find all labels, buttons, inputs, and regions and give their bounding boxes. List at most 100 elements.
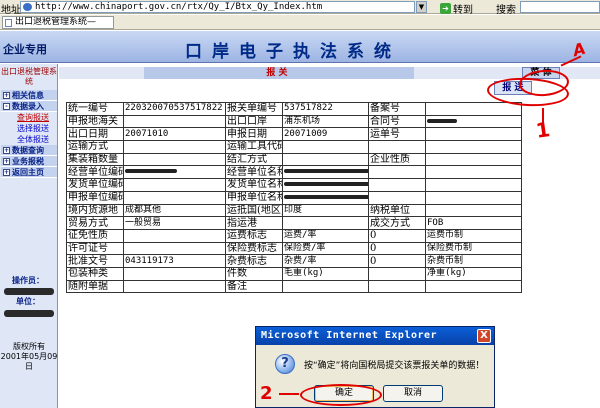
field-label bbox=[368, 178, 426, 192]
field-value[interactable] bbox=[425, 127, 522, 142]
annotation-ring-ok bbox=[300, 384, 382, 406]
field-value[interactable]: 220320070537517822 bbox=[123, 102, 226, 116]
tab-main[interactable]: 出口退税管理系统— bbox=[2, 16, 114, 29]
address-label: 地址 bbox=[1, 5, 21, 16]
field-value[interactable] bbox=[425, 190, 522, 205]
form-row: 出口日期 20071010 申报日期 20071009 运单号 bbox=[66, 127, 522, 142]
form-row: 许可证号 保险费标志 保险费/率 0 保险费币制 bbox=[66, 241, 522, 256]
field-label: 保险费标志 bbox=[225, 241, 283, 256]
form-row: 经营单位编码 经营单位名称 bbox=[66, 165, 522, 180]
field-value[interactable]: 一般贸易 bbox=[123, 216, 226, 230]
field-label: 贸易方式 bbox=[66, 216, 124, 230]
field-label: 批准文号 bbox=[66, 254, 124, 268]
redacted-value bbox=[427, 118, 457, 123]
field-value[interactable] bbox=[123, 279, 226, 294]
field-value[interactable] bbox=[282, 190, 369, 205]
field-label: 成交方式 bbox=[368, 216, 426, 230]
sidebar-item-label: 相关信息 bbox=[12, 91, 44, 100]
form-row: 发货单位编码 发货单位名称 bbox=[66, 178, 522, 192]
field-label: 纳税单位 bbox=[368, 203, 426, 218]
annotation-number-2: 2 bbox=[260, 383, 273, 404]
go-button[interactable]: ➔ 转到 bbox=[440, 1, 473, 16]
expand-icon: + bbox=[3, 169, 10, 176]
field-value[interactable] bbox=[282, 178, 369, 192]
field-value[interactable]: 成都其他 bbox=[123, 203, 226, 218]
sidebar-item-data-query[interactable]: + 数据查询 bbox=[1, 145, 57, 156]
sidebar-item-related-info[interactable]: + 相关信息 bbox=[1, 90, 57, 101]
field-label: 发货单位名称 bbox=[225, 178, 283, 192]
section-title: 报 关 bbox=[266, 68, 288, 78]
tab-title: 出口退税管理系统— bbox=[15, 17, 97, 27]
field-value[interactable] bbox=[282, 165, 369, 180]
field-label: 经营单位名称 bbox=[225, 165, 283, 180]
field-value[interactable] bbox=[123, 228, 226, 243]
field-label: 申报单位编码 bbox=[66, 190, 124, 205]
copyright-line: 版权所有 bbox=[13, 342, 45, 351]
field-value[interactable]: 保险费币制 bbox=[425, 241, 522, 256]
field-label: 申报地海关 bbox=[66, 114, 124, 129]
unit-value-redacted bbox=[4, 310, 54, 317]
field-value[interactable] bbox=[123, 114, 226, 129]
close-icon[interactable]: X bbox=[477, 329, 491, 343]
field-value[interactable]: 运费/率 bbox=[282, 228, 369, 243]
field-value[interactable] bbox=[123, 165, 226, 180]
field-value[interactable]: 杂费/率 bbox=[282, 254, 369, 268]
field-value[interactable]: 净重(kg) bbox=[425, 266, 522, 281]
field-value[interactable]: 537517822 bbox=[282, 102, 369, 116]
field-value[interactable] bbox=[425, 102, 522, 116]
field-value[interactable] bbox=[123, 140, 226, 154]
field-label: 杂费标志 bbox=[225, 254, 283, 268]
cancel-button[interactable]: 取消 bbox=[383, 385, 443, 402]
url-input[interactable]: http://www.chinaport.gov.cn/rtx/Qy_I/Btx… bbox=[20, 1, 415, 13]
field-value[interactable] bbox=[425, 140, 522, 154]
go-label: 转到 bbox=[453, 5, 473, 16]
field-value[interactable]: FOB bbox=[425, 216, 522, 230]
sidebar-item-all-send[interactable]: 全体报送 bbox=[1, 134, 57, 145]
field-label: 随附单据 bbox=[66, 279, 124, 294]
dialog-title: Microsoft Internet Explorer bbox=[256, 327, 494, 345]
field-value[interactable] bbox=[282, 279, 369, 294]
field-value[interactable] bbox=[425, 114, 522, 129]
sidebar-item-query-send[interactable]: 查询报送 bbox=[1, 112, 57, 123]
field-value[interactable]: 20071009 bbox=[282, 127, 369, 142]
field-value[interactable]: 杂费币制 bbox=[425, 254, 522, 268]
url-dropdown-icon[interactable]: ▼ bbox=[416, 1, 427, 13]
field-value[interactable]: 20071010 bbox=[123, 127, 226, 142]
field-value[interactable]: 印度 bbox=[282, 203, 369, 218]
field-label: 报关单编号 bbox=[225, 102, 283, 116]
field-label: 备注 bbox=[225, 279, 283, 294]
field-value[interactable] bbox=[425, 152, 522, 167]
field-value[interactable] bbox=[425, 203, 522, 218]
field-value[interactable] bbox=[425, 178, 522, 192]
field-value[interactable] bbox=[425, 279, 522, 294]
field-value[interactable]: 运费币制 bbox=[425, 228, 522, 243]
url-text: http://www.chinaport.gov.cn/rtx/Qy_I/Btx… bbox=[35, 2, 323, 12]
field-label: 出口口岸 bbox=[225, 114, 283, 129]
field-value[interactable] bbox=[123, 266, 226, 281]
field-label: 结汇方式 bbox=[225, 152, 283, 167]
field-value[interactable] bbox=[425, 165, 522, 180]
sidebar-item-select-send[interactable]: 选择报送 bbox=[1, 123, 57, 134]
form-row: 申报单位编码 申报单位名称 bbox=[66, 190, 522, 205]
field-value[interactable] bbox=[123, 190, 226, 205]
field-value[interactable]: 毛重(kg) bbox=[282, 266, 369, 281]
field-value[interactable] bbox=[123, 241, 226, 256]
field-value[interactable] bbox=[282, 216, 369, 230]
field-value[interactable]: 043119173 bbox=[123, 254, 226, 268]
field-value[interactable]: 保险费/率 bbox=[282, 241, 369, 256]
search-input[interactable] bbox=[520, 1, 600, 13]
brand-label: 企业专用 bbox=[3, 43, 47, 56]
field-label: 包装种类 bbox=[66, 266, 124, 281]
field-value[interactable] bbox=[123, 152, 226, 167]
sidebar-item-home[interactable]: + 返回主页 bbox=[1, 167, 57, 178]
field-value[interactable]: 浦东机场 bbox=[282, 114, 369, 129]
address-bar: 地址 http://www.chinaport.gov.cn/rtx/Qy_I/… bbox=[0, 0, 600, 16]
sidebar-item-business-tax[interactable]: + 业务报税 bbox=[1, 156, 57, 167]
field-value[interactable] bbox=[282, 140, 369, 154]
field-label bbox=[368, 190, 426, 205]
sidebar-item-data-entry[interactable]: - 数据录入 bbox=[1, 101, 57, 112]
form-row: 批准文号 043119173 杂费标志 杂费/率 0 杂费币制 bbox=[66, 254, 522, 268]
form-row: 申报地海关 出口口岸 浦东机场 合同号 bbox=[66, 114, 522, 129]
field-value[interactable] bbox=[123, 178, 226, 192]
field-value[interactable] bbox=[282, 152, 369, 167]
